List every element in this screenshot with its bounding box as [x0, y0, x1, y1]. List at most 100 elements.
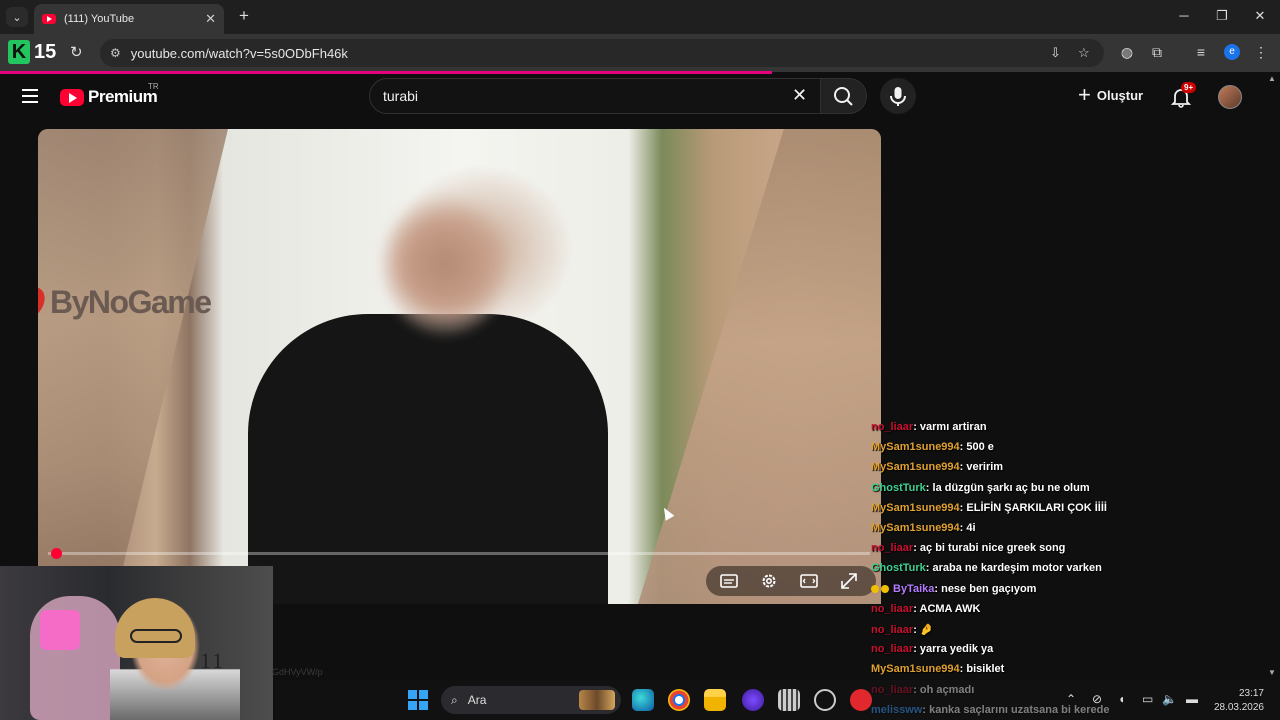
chat-username[interactable]: no_liaar	[871, 603, 913, 615]
chat-username[interactable]: no_liaar	[871, 643, 913, 655]
obs-studio-icon[interactable]	[814, 689, 836, 711]
watermark-text: ByNoGame	[50, 284, 212, 320]
video-frame-person	[248, 314, 608, 604]
theater-mode-icon	[800, 574, 818, 588]
country-code: TR	[148, 82, 159, 91]
guide-menu-icon[interactable]	[22, 89, 38, 103]
chat-username[interactable]: MySam1sune994	[871, 461, 960, 473]
kick-overlay-badge: K 15	[8, 38, 62, 66]
volume-icon[interactable]: 🔈	[1162, 692, 1177, 706]
microphone-icon	[890, 87, 906, 106]
chat-message-text: : la düzgün şarkı aç bu ne olum	[925, 481, 1090, 494]
chat-username[interactable]: GhostTurk	[871, 562, 926, 574]
webcam-streamer-glasses	[130, 629, 182, 643]
edge-browser-icon[interactable]	[632, 689, 654, 711]
media-control-icon[interactable]: ≡	[1192, 44, 1210, 60]
overlay-badge-number: 15	[34, 40, 57, 63]
site-info-icon[interactable]: ⚙	[110, 46, 121, 60]
search-icon: ⌕	[451, 692, 458, 707]
create-label: Oluştur	[1096, 87, 1144, 103]
tab-search-menu-button[interactable]: ⌄	[6, 7, 28, 27]
chat-username[interactable]: ByTaika	[893, 583, 934, 595]
tray-microphone-icon: ◖	[1118, 692, 1126, 706]
taskbar-search-box[interactable]: ⌕ Ara	[441, 686, 621, 714]
chat-message-text: : aç bi turabi nice greek song	[913, 542, 1066, 555]
chat-username[interactable]: MySam1sune994	[871, 441, 960, 453]
search-highlight-image	[579, 690, 615, 710]
tab-close-icon[interactable]: ✕	[205, 11, 216, 27]
video-progress-bar[interactable]	[48, 552, 870, 555]
youtube-premium-logo[interactable]: Premium	[60, 87, 158, 107]
chat-message: GhostTurk: araba ne kardeşim motor varke…	[871, 562, 1102, 574]
chat-message-text: : 4i	[959, 522, 976, 534]
browser-tab-youtube[interactable]: (111) YouTube ✕	[34, 4, 224, 34]
fullscreen-button[interactable]	[840, 572, 858, 590]
chat-message-text: : ELİFİN ŞARKILARI ÇOK İİİİ	[959, 501, 1107, 514]
settings-button[interactable]	[760, 572, 778, 590]
file-explorer-icon[interactable]	[704, 689, 726, 711]
profile-avatar-icon[interactable]: e	[1224, 44, 1240, 60]
fullscreen-icon	[841, 573, 857, 589]
chat-username[interactable]: no_liaar	[871, 624, 913, 636]
create-button[interactable]: + Oluştur	[1078, 82, 1144, 107]
taskbar-clock[interactable]: 23:17 28.03.2026	[1210, 687, 1264, 715]
chat-message: MySam1sune994: bisiklet	[871, 663, 1004, 675]
minimize-window-button[interactable]: ─	[1172, 6, 1196, 26]
chat-username[interactable]: no_liaar	[871, 542, 913, 554]
chat-username[interactable]: MySam1sune994	[871, 663, 960, 675]
chat-username[interactable]: GhostTurk	[871, 482, 926, 494]
media-app-icon[interactable]	[742, 689, 764, 711]
chat-username[interactable]: MySam1sune994	[871, 502, 960, 514]
chat-message: no_liaar: ACMA AWK	[871, 603, 980, 615]
reload-icon[interactable]: ↻	[70, 43, 83, 61]
youtube-header: Premium TR turabi ✕ + Oluştur 9+	[0, 74, 1280, 120]
chat-message: ByTaika: nese ben gaçıyom	[871, 583, 1036, 595]
webcam-pink-object	[40, 610, 80, 650]
chat-message-text: : veririm	[959, 461, 1004, 474]
video-frame-rock-right	[638, 129, 881, 604]
webcam-overlay: 11	[0, 566, 273, 720]
chat-message: no_liaar: varmı artiran	[871, 421, 987, 433]
search-input[interactable]: turabi	[369, 78, 821, 114]
search-button[interactable]	[820, 78, 867, 114]
tray-overflow-icon[interactable]: ⌃	[1066, 692, 1076, 706]
chat-message: GhostTurk: la düzgün şarkı aç bu ne olum	[871, 482, 1090, 494]
install-app-icon[interactable]: ⇩	[1050, 45, 1061, 61]
camera-off-icon: ⊘	[1092, 692, 1103, 706]
browser-tab-bar: ⌄ (111) YouTube ✕ + ─ ❐ ✕	[0, 0, 1280, 34]
plus-icon: +	[1078, 82, 1091, 107]
chat-message-text: : 500 e	[959, 441, 994, 454]
voice-search-button[interactable]	[880, 78, 916, 114]
new-tab-button[interactable]: +	[235, 6, 253, 26]
video-player[interactable]: ByNoGame	[38, 129, 881, 604]
chat-username[interactable]: MySam1sune994	[871, 522, 960, 534]
chat-username[interactable]: no_liaar	[871, 421, 913, 433]
address-url: youtube.com/watch?v=5s0ODbFh46k	[130, 45, 348, 61]
extensions-icon[interactable]: ⧉	[1148, 44, 1166, 61]
windows-start-icon[interactable]	[408, 690, 428, 710]
theater-mode-button[interactable]	[800, 572, 818, 590]
translate-icon[interactable]: ◍	[1118, 44, 1136, 61]
chat-message-text: : nese ben gaçıyom	[934, 582, 1037, 595]
scrollbar-down-arrow[interactable]: ▼	[1268, 668, 1276, 677]
streaming-tool-icon[interactable]	[778, 689, 800, 711]
subtitles-button[interactable]	[720, 572, 738, 590]
scrollbar-up-arrow[interactable]: ▲	[1268, 74, 1276, 83]
bookmark-star-icon[interactable]: ☆	[1078, 45, 1090, 61]
chat-message: no_liaar: aç bi turabi nice greek song	[871, 542, 1065, 554]
browser-menu-icon[interactable]: ⋮	[1252, 44, 1270, 61]
gear-icon	[762, 574, 776, 588]
tab-title: (111) YouTube	[64, 13, 135, 25]
recording-app-icon[interactable]	[850, 689, 872, 711]
restore-window-button[interactable]: ❐	[1210, 6, 1234, 26]
ghost-url-text: GdHVyVW/p	[272, 667, 323, 677]
chrome-browser-icon[interactable]	[668, 689, 690, 711]
channel-watermark: ByNoGame	[38, 284, 212, 321]
network-icon[interactable]: ▭	[1142, 692, 1153, 706]
battery-icon[interactable]: ▬	[1186, 692, 1198, 706]
account-avatar[interactable]	[1218, 85, 1242, 109]
search-clear-icon[interactable]: ✕	[792, 85, 807, 106]
youtube-logo-icon	[60, 88, 84, 106]
close-window-button[interactable]: ✕	[1248, 6, 1272, 26]
address-bar[interactable]: ⚙ youtube.com/watch?v=5s0ODbFh46k ⇩ ☆	[100, 39, 1104, 67]
